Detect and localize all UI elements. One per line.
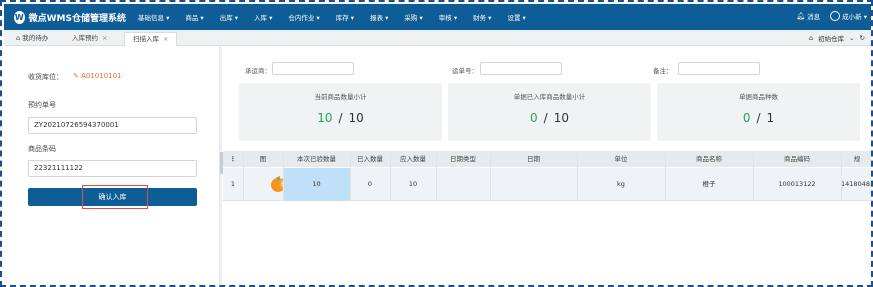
barcode-input[interactable]: 22321111122 xyxy=(28,160,197,177)
column-divider xyxy=(283,151,284,201)
top-navbar: W 微点WMS仓储管理系统 基础信息 ▾ 商品 ▾ 出库 ▾ 入库 ▾ 仓内作业… xyxy=(4,4,871,30)
column-divider xyxy=(665,151,666,201)
stat-current-qty: 当前商品数量小计 10/10 xyxy=(239,83,442,141)
order-number-input[interactable]: ZY20210726594370001 xyxy=(28,117,197,134)
app-logo[interactable]: W 微点WMS仓储管理系统 xyxy=(14,10,126,24)
logo-icon: W xyxy=(14,10,25,24)
column-divider xyxy=(490,151,491,201)
home-icon: ⌂ xyxy=(16,34,21,42)
warehouse-icon: ⌂ xyxy=(808,34,814,42)
product-image xyxy=(243,168,291,201)
carrier-label: 承运商： xyxy=(245,67,271,75)
warehouse-selector[interactable]: ⌂ 初始仓库 ⌄ ↻ xyxy=(804,33,865,43)
column-divider xyxy=(436,151,437,201)
date-cell[interactable] xyxy=(490,168,577,201)
highlight-box xyxy=(82,185,148,209)
expected-qty-cell: 10 xyxy=(408,180,418,188)
refresh-icon[interactable]: ↻ xyxy=(860,34,865,42)
stat-title: 当前商品数量小计 xyxy=(314,93,367,101)
column-divider xyxy=(841,151,842,201)
tab-my-todo[interactable]: ⌂ 我的待办 xyxy=(8,32,56,46)
content-panel: 承运商： 运单号： 备注： 当前商品数量小计 10/10 单据已入库商品数量小计… xyxy=(223,46,873,285)
order-label: 预约单号 xyxy=(28,101,56,109)
column-header[interactable]: 应入数量 xyxy=(390,151,436,167)
warehouse-name: 初始仓库 xyxy=(818,35,845,43)
menu-purchase[interactable]: 采购 ▾ xyxy=(396,12,430,22)
app-frame: W 微点WMS仓储管理系统 基础信息 ▾ 商品 ▾ 出库 ▾ 入库 ▾ 仓内作业… xyxy=(0,0,873,287)
menu-inventory[interactable]: 库存 ▾ xyxy=(328,12,362,22)
barcode-label: 商品条码 xyxy=(28,145,56,153)
column-divider xyxy=(577,151,578,201)
date-type-cell[interactable] xyxy=(436,168,490,201)
waybill-input[interactable] xyxy=(480,62,562,75)
app-title: 微点WMS仓储管理系统 xyxy=(28,13,126,24)
menu-settings[interactable]: 设置 ▾ xyxy=(499,12,533,22)
tab-inbound-appointment[interactable]: 入库预约 × xyxy=(64,32,115,46)
remark-label: 备注： xyxy=(653,67,673,75)
stat-sku-count: 单据商品种数 0/1 xyxy=(657,83,860,141)
stat-received-qty: 单据已入库商品数量小计 0/10 xyxy=(448,83,651,141)
remark-input[interactable] xyxy=(678,62,760,75)
messages-link[interactable]: 消息 xyxy=(807,11,820,21)
stat-value: 0/10 xyxy=(530,111,569,125)
menu-outbound[interactable]: 出库 ▾ xyxy=(212,12,246,22)
stat-value: 0/1 xyxy=(742,111,775,125)
column-header[interactable]: 商品名称 xyxy=(665,151,753,167)
menu-inbound[interactable]: 入库 ▾ xyxy=(246,12,280,22)
location-value[interactable]: ✎ A01010101 xyxy=(73,72,122,80)
tab-label: 我的待办 xyxy=(22,34,49,42)
location-label: 收货库位： xyxy=(28,73,63,81)
close-icon[interactable]: × xyxy=(102,34,107,42)
header-actions: 🔔︎ 消息 成小新 ▾ xyxy=(796,11,867,21)
column-divider xyxy=(390,151,391,201)
spec-cell: 1418048... xyxy=(841,180,873,188)
column-header[interactable]: 商品编码 xyxy=(753,151,841,167)
menu-finance[interactable]: 财务 ▾ xyxy=(465,12,499,22)
menu-basic-info[interactable]: 基础信息 ▾ xyxy=(130,12,177,22)
menu-goods[interactable]: 商品 ▾ xyxy=(177,12,211,22)
received-qty-cell: 0 xyxy=(367,180,373,188)
column-header[interactable]: 单位 xyxy=(577,151,665,167)
scanned-qty-cell[interactable]: 10 xyxy=(283,168,350,201)
column-divider xyxy=(753,151,754,201)
close-icon[interactable]: × xyxy=(163,35,168,43)
product-name-cell: 橙子 xyxy=(702,180,716,188)
column-divider xyxy=(243,151,244,201)
tab-label: 入库预约 xyxy=(72,34,98,42)
user-icon[interactable] xyxy=(830,11,841,21)
product-code-cell: 100013122 xyxy=(778,180,816,188)
column-divider xyxy=(350,151,351,201)
waybill-label: 运单号： xyxy=(452,67,478,75)
column-header[interactable]: 日期 xyxy=(490,151,577,167)
column-header[interactable]: 已入数量 xyxy=(350,151,390,167)
carrier-input[interactable] xyxy=(272,62,354,75)
stat-value: 10/10 xyxy=(317,111,364,125)
stat-title: 单据已入库商品数量小计 xyxy=(513,93,586,101)
menu-reports[interactable]: 报表 ▾ xyxy=(362,12,396,22)
pencil-icon: ✎ xyxy=(73,72,82,80)
bell-icon[interactable]: 🔔︎ xyxy=(796,12,805,20)
column-header[interactable]: 规 xyxy=(841,151,871,167)
main-menu: 基础信息 ▾ 商品 ▾ 出库 ▾ 入库 ▾ 仓内作业 ▾ 库存 ▾ 报表 ▾ 采… xyxy=(130,12,534,22)
table-header: ⋮ 图 本次已验数量 已入数量 应入数量 日期类型 日期 单位 商品名称 商品编… xyxy=(223,151,871,167)
unit-cell: kg xyxy=(617,180,625,188)
scan-form-panel: 收货库位： ✎ A01010101 预约单号 ZY202107265943700… xyxy=(4,46,220,285)
row-index: 1 xyxy=(230,180,236,188)
menu-audit[interactable]: 审核 ▾ xyxy=(431,12,465,22)
table-row[interactable]: 1 10 0 10 kg 橙子 100013122 1418048... xyxy=(223,168,873,201)
menu-warehouse-ops[interactable]: 仓内作业 ▾ xyxy=(280,12,327,22)
stat-title: 单据商品种数 xyxy=(739,93,778,101)
user-menu[interactable]: 成小新 ▾ xyxy=(842,11,867,21)
column-header[interactable]: 本次已验数量 xyxy=(283,151,350,167)
tab-label: 扫描入库 xyxy=(133,35,159,43)
chevron-down-icon[interactable]: ⌄ xyxy=(849,34,854,42)
tab-scan-inbound[interactable]: 扫描入库 × xyxy=(124,32,178,46)
column-header[interactable]: 图 xyxy=(243,151,283,167)
tab-bar: ⌂ 我的待办 入库预约 × 扫描入库 × ⌂ 初始仓库 ⌄ ↻ xyxy=(4,30,871,46)
column-header[interactable]: 日期类型 xyxy=(436,151,490,167)
column-menu-icon[interactable]: ⋮ xyxy=(223,151,243,167)
